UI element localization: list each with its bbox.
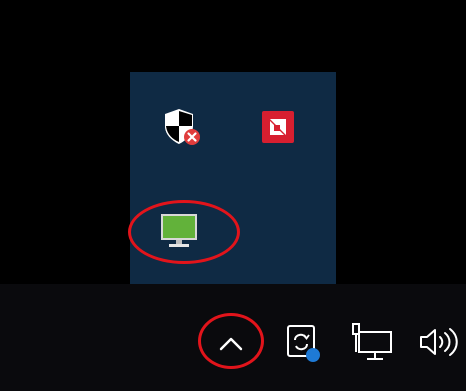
display-monitor-icon[interactable] xyxy=(155,206,203,254)
volume-button[interactable] xyxy=(414,322,466,362)
taskbar xyxy=(0,284,466,391)
amd-software-icon[interactable] xyxy=(254,103,302,151)
hidden-icons-flyout xyxy=(130,72,336,284)
chevron-up-icon xyxy=(219,337,243,351)
show-hidden-icons-button[interactable] xyxy=(208,324,254,364)
desktop-screen xyxy=(0,0,466,391)
network-button[interactable] xyxy=(344,318,400,366)
network-icon xyxy=(352,323,392,360)
volume-icon xyxy=(420,328,458,356)
sync-status-button[interactable] xyxy=(278,320,328,366)
windows-security-warning-icon[interactable] xyxy=(158,103,206,151)
sync-status-icon xyxy=(287,325,320,362)
